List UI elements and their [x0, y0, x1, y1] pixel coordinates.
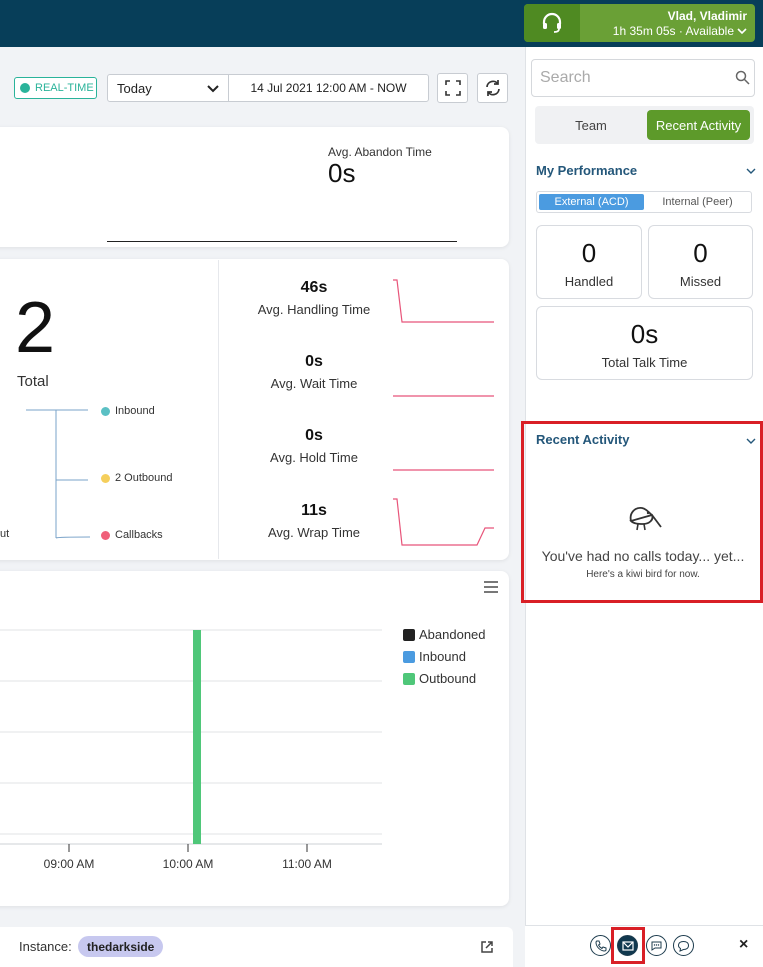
abandon-time-value: 0s	[328, 158, 356, 188]
outbound-dot-icon	[101, 473, 110, 483]
card-divider	[218, 260, 219, 559]
chevron-down-icon	[207, 85, 219, 93]
panel-tabs: Team Recent Activity	[535, 106, 754, 144]
callbacks-dot-icon	[101, 530, 110, 540]
tree-callbacks-label: Callbacks	[115, 529, 163, 541]
x-tick-label: 10:00 AM	[162, 857, 214, 871]
external-link-icon[interactable]	[480, 940, 494, 954]
legend-outbound[interactable]: Outbound	[403, 671, 476, 686]
headset-icon	[524, 4, 580, 42]
sparklines	[393, 279, 494, 546]
chat-channel-button[interactable]	[673, 935, 694, 956]
abandon-card	[0, 127, 509, 247]
date-preset-value: Today	[117, 80, 152, 96]
agent-status: 1h 35m 05s · Available	[613, 24, 747, 38]
legend-abandoned-swatch	[403, 628, 415, 641]
wait-time-value: 0s	[305, 353, 323, 370]
abandon-time-label: Avg. Abandon Time	[328, 145, 432, 159]
missed-value: 0	[693, 238, 708, 268]
calls-bar-chart	[0, 629, 382, 852]
chat-bubble-icon	[677, 940, 690, 952]
chevron-down-icon	[737, 28, 747, 35]
fullscreen-icon	[444, 80, 461, 96]
refresh-icon	[485, 80, 500, 96]
tree-outbound-label: 2 Outbound	[115, 472, 173, 484]
search-box[interactable]	[531, 59, 755, 97]
handled-stat: 0 Handled	[536, 225, 642, 299]
legend-inbound-swatch	[403, 650, 415, 663]
wait-time-label: Avg. Wait Time	[270, 376, 358, 391]
tab-recent-activity[interactable]: Recent Activity	[647, 110, 750, 140]
hold-time-value: 0s	[305, 427, 323, 444]
tree-inbound: Inbound	[101, 405, 155, 417]
phone-icon	[594, 940, 606, 952]
close-panel-button[interactable]: ×	[739, 936, 748, 954]
wrap-time-label: Avg. Wrap Time	[268, 525, 360, 540]
missed-stat: 0 Missed	[648, 225, 753, 299]
hold-time-label: Avg. Hold Time	[270, 450, 358, 465]
chevron-down-icon[interactable]	[746, 168, 756, 175]
missed-label: Missed	[679, 274, 722, 289]
instance-label: Instance:	[19, 939, 72, 954]
realtime-label: REAL-TIME	[35, 82, 94, 94]
fullscreen-button[interactable]	[437, 73, 468, 103]
refresh-button[interactable]	[477, 73, 508, 103]
handling-sparkline	[393, 279, 494, 323]
call-tree-lines	[26, 409, 91, 539]
tree-partial-label: ut	[0, 528, 10, 540]
tab-team[interactable]: Team	[539, 110, 643, 140]
agent-status-text: 1h 35m 05s · Available	[612, 24, 734, 38]
toggle-internal[interactable]: Internal (Peer)	[646, 194, 749, 210]
legend-abandoned-label: Abandoned	[419, 627, 486, 642]
bar-outbound[interactable]	[193, 630, 201, 844]
wrap-sparkline	[393, 498, 494, 546]
handled-value: 0	[581, 238, 597, 268]
toggle-external[interactable]: External (ACD)	[539, 194, 644, 210]
inbound-dot-icon	[101, 406, 110, 416]
agent-status-button[interactable]: Vlad, Vladimir 1h 35m 05s · Available	[524, 4, 755, 42]
x-tick-label: 09:00 AM	[43, 857, 95, 871]
performance-toggle: External (ACD) Internal (Peer)	[536, 191, 752, 213]
realtime-badge: REAL-TIME	[14, 77, 97, 99]
tree-inbound-label: Inbound	[115, 405, 155, 417]
search-input[interactable]	[532, 60, 722, 96]
tree-outbound: 2 Outbound	[101, 472, 173, 484]
talk-time-stat: 0s Total Talk Time	[536, 306, 753, 380]
date-range-field[interactable]: 14 Jul 2021 12:00 AM - NOW	[228, 74, 429, 102]
agent-name: Vlad, Vladimir	[667, 9, 747, 23]
legend-abandoned[interactable]: Abandoned	[403, 627, 486, 642]
legend-outbound-swatch	[403, 672, 415, 685]
handling-time-value: 46s	[300, 279, 328, 296]
handled-label: Handled	[564, 274, 614, 289]
recent-activity-highlight	[521, 421, 763, 603]
instance-chip[interactable]: thedarkside	[78, 936, 164, 957]
legend-outbound-label: Outbound	[419, 671, 477, 686]
chart-menu-icon[interactable]	[483, 580, 499, 594]
wrap-time-value: 11s	[301, 502, 327, 519]
email-channel-highlight	[611, 927, 645, 964]
total-calls-label: Total	[17, 373, 49, 390]
tree-callbacks: Callbacks	[101, 529, 163, 541]
sms-bubble-icon	[651, 941, 662, 951]
x-tick-label: 11:00 AM	[282, 857, 332, 871]
total-calls-value: 2	[15, 288, 56, 368]
my-performance-title[interactable]: My Performance	[536, 163, 637, 178]
instance-footer	[0, 927, 513, 967]
sms-channel-button[interactable]	[646, 935, 667, 956]
talk-time-value: 0s	[630, 319, 659, 349]
search-icon	[735, 70, 750, 85]
legend-inbound[interactable]: Inbound	[403, 649, 466, 664]
talk-time-label: Total Talk Time	[601, 355, 688, 370]
realtime-dot-icon	[20, 83, 30, 93]
abandon-baseline	[107, 241, 457, 242]
legend-inbound-label: Inbound	[419, 649, 466, 664]
phone-channel-button[interactable]	[590, 935, 611, 956]
handling-time-label: Avg. Handling Time	[257, 302, 371, 317]
date-preset-select[interactable]: Today	[107, 74, 229, 102]
